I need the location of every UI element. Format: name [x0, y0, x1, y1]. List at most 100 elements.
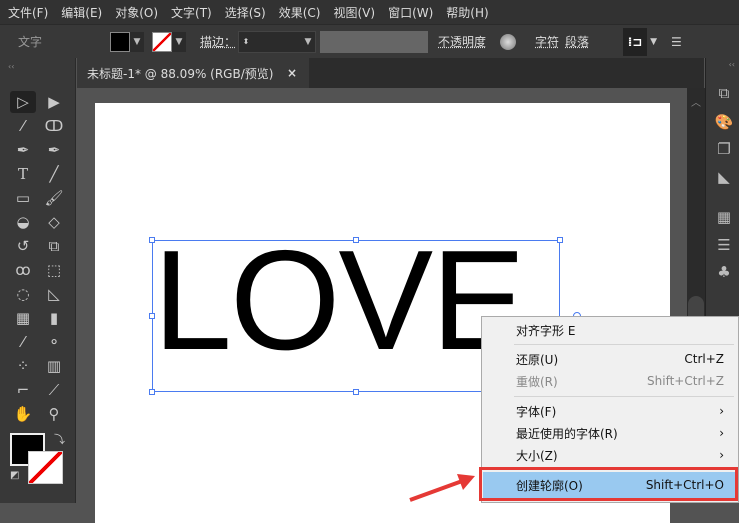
menu-item-align-glyphs[interactable]: 对齐字形 E: [483, 319, 738, 341]
shortcut: Ctrl+Z: [684, 352, 724, 366]
menu-object[interactable]: 对象(O): [115, 4, 158, 21]
type-tool-icon[interactable]: T: [10, 163, 36, 185]
menu-item-font[interactable]: 字体(F) ›: [483, 400, 738, 422]
close-tab-icon[interactable]: ×: [287, 66, 297, 80]
menu-edit[interactable]: 编辑(E): [61, 4, 102, 21]
rectangle-tool-icon[interactable]: ▭: [10, 187, 36, 209]
submenu-arrow-icon: ›: [719, 448, 724, 462]
direct-selection-tool-icon[interactable]: ▶: [41, 91, 67, 113]
gradient-tool-icon[interactable]: ▮: [41, 307, 67, 329]
symbols-icon[interactable]: ♣: [714, 263, 734, 283]
pen-tool-icon[interactable]: ✒: [10, 139, 36, 161]
separator: [514, 344, 734, 345]
gradient-panel-icon[interactable]: ◣: [714, 168, 734, 188]
resize-handle[interactable]: [353, 389, 359, 395]
collapse-icon[interactable]: ‹‹: [729, 60, 735, 69]
menu-window[interactable]: 窗口(W): [388, 4, 433, 21]
chevron-down-icon[interactable]: ▼: [650, 37, 657, 47]
slice-tool-icon[interactable]: ⟋: [41, 379, 67, 401]
warp-tool-icon[interactable]: ꝏ: [10, 259, 36, 281]
menu-help[interactable]: 帮助(H): [446, 4, 488, 21]
chevron-down-icon: ▼: [172, 31, 186, 52]
align-icon[interactable]: ⁞⊐: [623, 27, 648, 56]
menu-type[interactable]: 文字(T): [171, 4, 212, 21]
rotate-tool-icon[interactable]: ↺: [10, 235, 36, 257]
menu-bar: 文件(F) 编辑(E) 对象(O) 文字(T) 选择(S) 效果(C) 视图(V…: [0, 0, 739, 24]
blend-tool-icon[interactable]: ⚬: [41, 331, 67, 353]
stroke-label[interactable]: 描边：: [200, 33, 236, 50]
tool-label: 文字: [18, 35, 43, 49]
variable-width-profile[interactable]: [320, 30, 429, 53]
perspective-grid-icon[interactable]: ◺: [41, 283, 67, 305]
submenu-arrow-icon: ›: [719, 404, 724, 418]
layers-icon[interactable]: ❐: [714, 140, 734, 160]
menu-item-label: 大小(Z): [516, 448, 558, 463]
hand-tool-icon[interactable]: ✋: [10, 403, 36, 425]
shape-builder-icon[interactable]: ◌: [10, 283, 36, 305]
annotation-arrow-icon: [409, 474, 475, 502]
paragraph-link[interactable]: 段落: [565, 33, 589, 50]
curvature-tool-icon[interactable]: ✒: [41, 139, 67, 161]
character-link[interactable]: 字符: [535, 33, 559, 50]
menu-item-undo[interactable]: 还原(U) Ctrl+Z: [483, 348, 738, 370]
menu-item-label: 字体(F): [516, 404, 557, 419]
recolor-icon[interactable]: [500, 33, 517, 50]
mesh-tool-icon[interactable]: ▦: [10, 307, 36, 329]
resize-handle[interactable]: [557, 237, 563, 243]
document-tab[interactable]: 未标题-1* @ 88.09% (RGB/预览) ×: [77, 58, 309, 88]
default-colors-icon[interactable]: ◩: [10, 470, 19, 481]
paintbrush-icon[interactable]: 🖌: [41, 187, 67, 209]
eraser-icon[interactable]: ◇: [41, 211, 67, 233]
zoom-tool-icon[interactable]: ⚲: [41, 403, 67, 425]
collapse-icon[interactable]: ‹‹: [8, 62, 14, 71]
artboard-tool-icon[interactable]: ⌐: [10, 379, 36, 401]
annotation-highlight-box: [479, 467, 738, 501]
chevron-down-icon: ▼: [130, 31, 144, 52]
tools-panel: ‹‹ ▷ ▶ ⁄ ↀ ✒ ✒ T ╱ ▭ 🖌 ◒ ◇ ↺ ⧉ ꝏ ⬚ ◌ ◺ ▦…: [0, 58, 76, 503]
scale-tool-icon[interactable]: ⧉: [41, 235, 67, 257]
swatches-icon[interactable]: ▦: [714, 208, 734, 228]
column-graph-icon[interactable]: ▥: [41, 355, 67, 377]
resize-handle[interactable]: [149, 389, 155, 395]
scroll-up-icon[interactable]: ︿: [687, 94, 705, 109]
stroke-color[interactable]: [28, 451, 63, 484]
shortcut: Shift+Ctrl+Z: [647, 374, 724, 388]
stroke-panel-icon[interactable]: ☰: [714, 236, 734, 256]
menu-item-recent-fonts[interactable]: 最近使用的字体(R) ›: [483, 422, 738, 444]
menu-effect[interactable]: 效果(C): [279, 4, 321, 21]
symbol-sprayer-icon[interactable]: ⁘: [10, 355, 36, 377]
color-palette-icon[interactable]: 🎨: [714, 113, 734, 133]
eyedropper-icon[interactable]: ⁄: [10, 331, 36, 353]
menu-file[interactable]: 文件(F): [8, 4, 48, 21]
panel-menu-icon[interactable]: ☰: [671, 35, 682, 49]
magic-wand-icon[interactable]: ⁄: [10, 115, 36, 137]
free-transform-icon[interactable]: ⬚: [41, 259, 67, 281]
document-tabs: 未标题-1* @ 88.09% (RGB/预览) ×: [77, 58, 704, 88]
fill-swatch[interactable]: ▼: [110, 31, 144, 52]
resize-handle[interactable]: [353, 237, 359, 243]
menu-item-redo[interactable]: 重做(R) Shift+Ctrl+Z: [483, 370, 738, 392]
resize-handle[interactable]: [149, 237, 155, 243]
menu-item-label: 还原(U): [516, 352, 559, 367]
menu-view[interactable]: 视图(V): [333, 4, 375, 21]
selection-tool-icon[interactable]: ▷: [10, 91, 36, 113]
menu-item-size[interactable]: 大小(Z) ›: [483, 444, 738, 466]
resize-handle[interactable]: [149, 313, 155, 319]
chevron-down-icon: ▼: [301, 31, 316, 52]
document-title: 未标题-1* @ 88.09% (RGB/预览): [87, 66, 274, 81]
line-tool-icon[interactable]: ╱: [41, 163, 67, 185]
lasso-icon[interactable]: ↀ: [41, 115, 67, 137]
shaper-tool-icon[interactable]: ◒: [10, 211, 36, 233]
opacity-label[interactable]: 不透明度: [438, 33, 486, 50]
menu-item-label: 对齐字形 E: [516, 323, 576, 338]
menu-item-label: 最近使用的字体(R): [516, 426, 618, 441]
swap-colors-icon[interactable]: ⤵: [54, 431, 65, 447]
menu-item-label: 重做(R): [516, 374, 558, 389]
pathfinder-icon[interactable]: ⧉: [714, 84, 734, 104]
menu-select[interactable]: 选择(S): [225, 4, 266, 21]
stroke-weight-input[interactable]: ⬍ ▼: [238, 30, 317, 53]
stroke-swatch[interactable]: ▼: [152, 31, 186, 52]
separator: [514, 396, 734, 397]
submenu-arrow-icon: ›: [719, 426, 724, 440]
control-bar: 文字 ▼ ▼ 描边： ⬍ ▼ 不透明度 字符 段落 ⁞⊐ ▼ ☰: [0, 24, 739, 58]
